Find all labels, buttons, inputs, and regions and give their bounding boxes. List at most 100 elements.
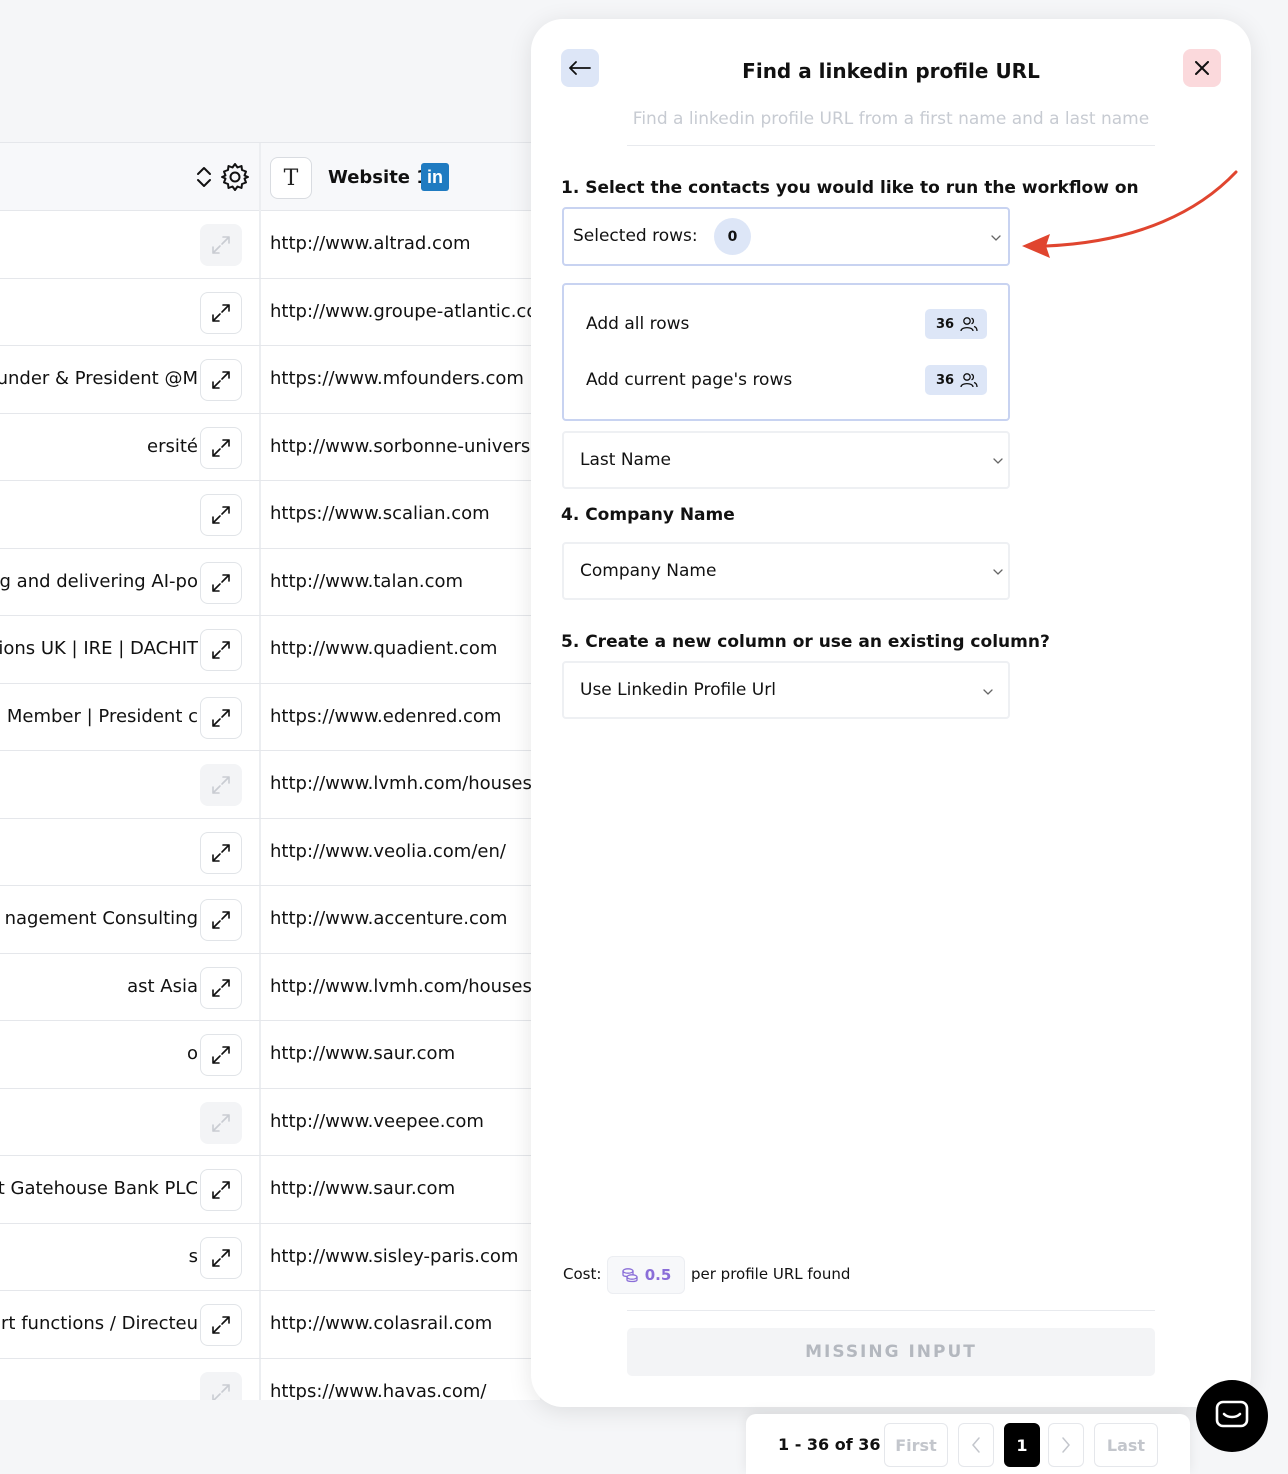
first-page-button[interactable]: First: [884, 1423, 948, 1467]
title-cell: ort functions / Directeu: [0, 1291, 198, 1357]
website-cell[interactable]: http://www.veepee.com: [270, 1089, 484, 1155]
pagination-range: 1 - 36 of 36: [778, 1435, 881, 1454]
title-cell: s: [0, 1224, 198, 1290]
expand-button[interactable]: [200, 494, 242, 536]
expand-button[interactable]: [200, 764, 242, 806]
website-cell[interactable]: https://www.havas.com/: [270, 1359, 486, 1401]
website-cell[interactable]: http://www.talan.com: [270, 549, 463, 615]
title-cell: o: [0, 1021, 198, 1087]
pagination: 1 - 36 of 36 First 1 Last: [746, 1414, 1190, 1474]
expand-button[interactable]: [200, 1371, 242, 1400]
expand-button[interactable]: [200, 1034, 242, 1076]
website-cell[interactable]: http://www.quadient.com: [270, 616, 497, 682]
panel-subtitle: Find a linkedin profile URL from a first…: [632, 109, 1150, 129]
table-row[interactable]: tions UK | IRE | DACHIT http://www.quadie…: [0, 616, 540, 684]
chevron-right-icon: [1062, 1437, 1070, 1453]
expand-button[interactable]: [200, 1101, 242, 1144]
website-cell[interactable]: https://www.scalian.com: [270, 481, 490, 547]
sort-icon[interactable]: [194, 163, 214, 191]
expand-button[interactable]: [200, 966, 242, 1009]
website-cell[interactable]: http://www.altrad.com: [270, 211, 471, 277]
next-page-button[interactable]: [1048, 1423, 1084, 1467]
last-name-select[interactable]: Last Name: [562, 431, 1010, 489]
back-button[interactable]: [561, 49, 599, 87]
expand-button[interactable]: [200, 359, 242, 401]
output-column-value: Use Linkedin Profile Url: [580, 680, 776, 700]
selected-rows-count-badge: 0: [714, 218, 751, 255]
table-row[interactable]: nagement Consulting http://www.accenture.…: [0, 886, 540, 954]
expand-icon: [212, 236, 230, 254]
expand-button[interactable]: [200, 696, 242, 739]
close-button[interactable]: [1183, 49, 1221, 87]
title-cell: ounder & President @M: [0, 346, 198, 412]
table-row[interactable]: ersité http://www.sorbonne-universite.fr: [0, 414, 540, 481]
submit-button[interactable]: MISSING INPUT: [627, 1328, 1155, 1376]
chat-launcher-button[interactable]: [1196, 1380, 1268, 1452]
expand-button[interactable]: [200, 1304, 242, 1346]
table-row[interactable]: http://www.veolia.com/en/: [0, 819, 540, 886]
table-row[interactable]: http://www.groupe-atlantic.com: [0, 279, 540, 346]
website-cell[interactable]: http://www.saur.com: [270, 1021, 455, 1087]
table-row[interactable]: d Member | President c https://www.edenre…: [0, 684, 540, 751]
cost-value: 0.5: [644, 1266, 672, 1284]
table-row[interactable]: https://www.havas.com/: [0, 1359, 540, 1401]
expand-button[interactable]: [200, 899, 242, 941]
add-all-rows-option[interactable]: Add all rows: [586, 314, 689, 334]
website-cell[interactable]: http://www.lvmh.com/houses: [270, 751, 532, 817]
table-row[interactable]: g and delivering AI-po http://www.talan.c…: [0, 549, 540, 616]
chevron-left-icon: [972, 1437, 980, 1453]
table-row[interactable]: o http://www.saur.com: [0, 1021, 540, 1089]
gear-icon[interactable]: [219, 161, 251, 193]
table-row[interactable]: http://www.veepee.com: [0, 1089, 540, 1156]
website-cell[interactable]: http://www.accenture.com: [270, 886, 507, 952]
annotation-arrow: [1022, 170, 1238, 258]
users-icon: [960, 317, 978, 332]
expand-icon: [212, 1181, 230, 1199]
website-cell[interactable]: https://www.edenred.com: [270, 684, 501, 750]
chevron-down-icon: [993, 458, 1003, 464]
table-row[interactable]: ort functions / Directeu http://www.colas…: [0, 1291, 540, 1359]
table-row[interactable]: t Gatehouse Bank PLC http://www.saur.com: [0, 1156, 540, 1224]
expand-button[interactable]: [200, 831, 242, 874]
table-row[interactable]: ounder & President @M https://www.mfounde…: [0, 346, 540, 414]
table-row[interactable]: http://www.lvmh.com/houses: [0, 751, 540, 819]
website-cell[interactable]: http://www.sisley-paris.com: [270, 1224, 518, 1290]
prev-page-button[interactable]: [958, 1423, 994, 1467]
expand-button[interactable]: [200, 291, 242, 334]
text-type-badge[interactable]: T: [270, 157, 312, 199]
website-cell[interactable]: http://www.colasrail.com: [270, 1291, 492, 1357]
page-1-button[interactable]: 1: [1004, 1423, 1040, 1467]
add-page-rows-option[interactable]: Add current page's rows: [586, 370, 792, 390]
table-row[interactable]: s http://www.sisley-paris.com: [0, 1224, 540, 1291]
expand-button[interactable]: [200, 224, 242, 266]
column-title[interactable]: Website 1: [328, 167, 429, 188]
table-row[interactable]: ast Asia http://www.lvmh.com/houses: [0, 954, 540, 1021]
company-name-select[interactable]: Company Name: [562, 542, 1010, 600]
expand-button[interactable]: [200, 561, 242, 604]
output-column-select[interactable]: Use Linkedin Profile Url: [562, 661, 1010, 719]
website-cell[interactable]: http://www.lvmh.com/houses: [270, 954, 532, 1020]
expand-button[interactable]: [200, 1236, 242, 1279]
title-cell-text: ort functions / Directeu: [0, 1313, 198, 1334]
website-cell[interactable]: http://www.groupe-atlantic.com: [270, 279, 540, 345]
selected-rows-select[interactable]: Selected rows: 0: [562, 207, 1010, 266]
website-cell[interactable]: http://www.sorbonne-universite.fr: [270, 414, 540, 480]
title-cell: d Member | President c: [0, 684, 198, 750]
title-cell-text: nagement Consulting: [4, 908, 198, 929]
expand-icon: [212, 776, 230, 794]
expand-button[interactable]: [200, 1169, 242, 1211]
chevron-down-icon: [993, 569, 1003, 575]
divider: [627, 145, 1155, 146]
cost-chip: 0.5: [607, 1256, 685, 1294]
website-cell[interactable]: https://www.mfounders.com: [270, 346, 524, 412]
table-row[interactable]: https://www.scalian.com: [0, 481, 540, 549]
table-row[interactable]: http://www.altrad.com: [0, 211, 540, 279]
website-cell[interactable]: http://www.saur.com: [270, 1156, 455, 1222]
expand-button[interactable]: [200, 629, 242, 671]
title-cell-text: ersité: [147, 435, 198, 457]
title-cell: [0, 819, 198, 885]
expand-button[interactable]: [200, 426, 242, 469]
last-page-button[interactable]: Last: [1094, 1423, 1158, 1467]
website-cell[interactable]: http://www.veolia.com/en/: [270, 819, 506, 885]
title-cell: [0, 751, 198, 817]
